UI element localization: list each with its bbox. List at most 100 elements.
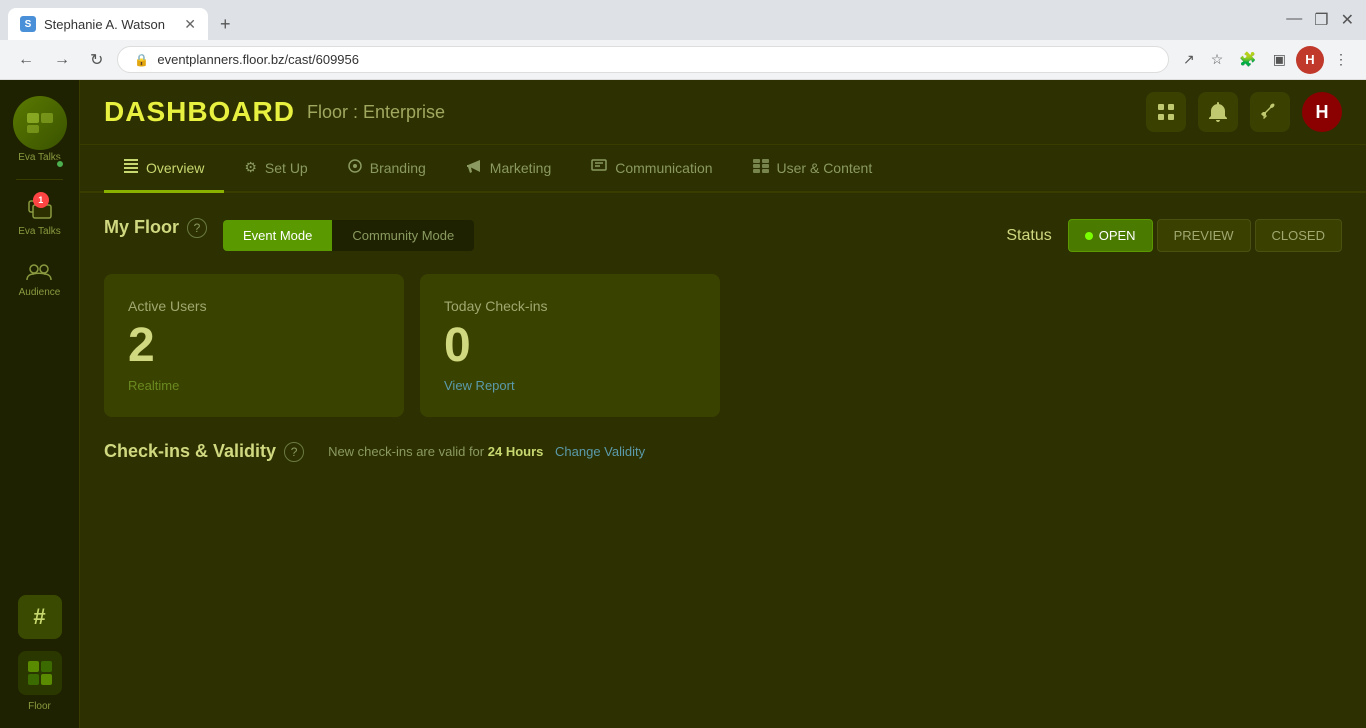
url-text: eventplanners.floor.bz/cast/609956 — [157, 52, 359, 67]
status-section: Status OPEN PREVIEW CLOSED — [1006, 219, 1342, 252]
sidebar-floor-button[interactable] — [18, 651, 62, 695]
my-floor-title: My Floor — [104, 217, 179, 238]
new-tab-button[interactable]: + — [208, 8, 243, 40]
view-report-link[interactable]: View Report — [444, 378, 696, 393]
main-content: DASHBOARD Floor : Enterprise — [80, 80, 1366, 728]
browser-tab-active[interactable]: S Stephanie A. Watson ✕ — [8, 8, 208, 40]
page-subtitle: Floor : Enterprise — [307, 102, 445, 123]
tab-communication-label: Communication — [615, 160, 712, 176]
window-close[interactable]: ✕ — [1337, 6, 1358, 34]
avatar — [13, 96, 67, 150]
change-validity-link[interactable]: Change Validity — [555, 444, 645, 459]
app-header: DASHBOARD Floor : Enterprise — [80, 80, 1366, 145]
window-minimize[interactable]: — — [1282, 6, 1306, 34]
talks-badge: 1 — [33, 192, 49, 208]
stats-row: Active Users 2 Realtime Today Check-ins … — [104, 274, 1342, 417]
sidebar-talks-label: Eva Talks — [18, 226, 61, 237]
forward-button[interactable]: → — [48, 47, 76, 73]
tab-communication[interactable]: Communication — [571, 145, 732, 193]
app-container: Eva Talks 1 Eva Talks — [0, 80, 1366, 728]
tab-favicon: S — [20, 16, 36, 32]
event-mode-button[interactable]: Event Mode — [223, 220, 332, 251]
today-checkins-label: Today Check-ins — [444, 298, 696, 314]
tab-user-content[interactable]: User & Content — [733, 145, 893, 193]
my-floor-help[interactable]: ? — [187, 218, 207, 238]
sidebar-divider-1 — [16, 179, 63, 180]
user-content-icon — [753, 159, 769, 176]
content-area: My Floor ? Event Mode Community Mode Sta… — [80, 193, 1366, 728]
my-floor-section-header: My Floor ? — [104, 217, 207, 238]
sidebar-hash-button[interactable]: # — [18, 595, 62, 639]
sidebar-item-avatar[interactable]: Eva Talks — [13, 88, 67, 171]
checkins-header: Check-ins & Validity ? New check-ins are… — [104, 441, 1342, 462]
today-checkins-value: 0 — [444, 322, 696, 370]
notifications-button[interactable] — [1198, 92, 1238, 132]
active-users-sublabel: Realtime — [128, 378, 380, 393]
status-label: Status — [1006, 227, 1051, 245]
window-controls: — ❐ ✕ — [1282, 6, 1358, 34]
tools-button[interactable] — [1250, 92, 1290, 132]
sidebar-floor-label: Floor — [28, 701, 51, 712]
bookmark-button[interactable]: ☆ — [1205, 46, 1230, 74]
status-closed-button[interactable]: CLOSED — [1255, 219, 1342, 252]
sidebar-audience-label: Audience — [19, 287, 61, 298]
profile-button[interactable]: H — [1296, 46, 1324, 74]
status-preview-button[interactable]: PREVIEW — [1157, 219, 1251, 252]
community-mode-button[interactable]: Community Mode — [332, 220, 474, 251]
active-users-value: 2 — [128, 322, 380, 370]
toolbar-actions: ↗ ☆ 🧩 ▣ H ⋮ — [1177, 46, 1354, 74]
tab-branding[interactable]: Branding — [328, 145, 446, 193]
tab-close-button[interactable]: ✕ — [184, 16, 196, 33]
address-bar[interactable]: 🔒 eventplanners.floor.bz/cast/609956 — [117, 46, 1169, 73]
share-button[interactable]: ↗ — [1177, 46, 1201, 74]
status-toggle: OPEN PREVIEW CLOSED — [1068, 219, 1342, 252]
open-dot — [1085, 232, 1093, 240]
communication-icon — [591, 159, 607, 176]
mode-toggle: Event Mode Community Mode — [223, 220, 474, 251]
lock-icon: 🔒 — [134, 53, 149, 67]
checkins-hours: 24 Hours — [488, 444, 544, 459]
marketing-icon — [466, 159, 482, 176]
tab-overview[interactable]: Overview — [104, 145, 224, 193]
sidebar-item-talks[interactable]: 1 Eva Talks — [18, 188, 61, 245]
tab-user-content-label: User & Content — [777, 160, 873, 176]
checkins-info-text: New check-ins are valid for — [328, 444, 484, 459]
tab-setup-label: Set Up — [265, 160, 308, 176]
overview-icon — [124, 159, 138, 176]
nav-tabs: Overview ⚙ Set Up Branding — [80, 145, 1366, 193]
user-avatar[interactable]: H — [1302, 92, 1342, 132]
menu-button[interactable]: ⋮ — [1328, 46, 1354, 74]
page-title: DASHBOARD — [104, 96, 295, 128]
checkins-title: Check-ins & Validity — [104, 441, 276, 462]
branding-icon — [348, 159, 362, 176]
checkins-info: New check-ins are valid for 24 Hours Cha… — [328, 444, 645, 459]
header-actions: H — [1146, 92, 1342, 132]
browser-toolbar: ← → ↻ 🔒 eventplanners.floor.bz/cast/6099… — [0, 40, 1366, 80]
browser-chrome: S Stephanie A. Watson ✕ + — ❐ ✕ — [0, 0, 1366, 40]
grid-view-button[interactable] — [1146, 92, 1186, 132]
open-label: OPEN — [1099, 228, 1136, 243]
status-open-button[interactable]: OPEN — [1068, 219, 1153, 252]
sidebar-item-audience[interactable]: Audience — [19, 249, 61, 306]
tab-marketing[interactable]: Marketing — [446, 145, 571, 193]
tab-setup[interactable]: ⚙ Set Up — [224, 145, 327, 193]
floor-header-row: My Floor ? Event Mode Community Mode Sta… — [104, 217, 1342, 254]
active-users-card: Active Users 2 Realtime — [104, 274, 404, 417]
active-users-label: Active Users — [128, 298, 380, 314]
audience-icon — [25, 257, 53, 285]
browser-tabs: S Stephanie A. Watson ✕ + — [8, 0, 243, 40]
sidebar: Eva Talks 1 Eva Talks — [0, 80, 80, 728]
tab-marketing-label: Marketing — [490, 160, 551, 176]
back-button[interactable]: ← — [12, 47, 40, 73]
tab-overview-label: Overview — [146, 160, 204, 176]
checkins-section: Check-ins & Validity ? New check-ins are… — [104, 441, 1342, 462]
extension-button[interactable]: 🧩 — [1233, 46, 1262, 74]
online-indicator — [55, 159, 65, 169]
setup-icon: ⚙ — [244, 159, 257, 176]
tab-title: Stephanie A. Watson — [44, 17, 165, 32]
today-checkins-card: Today Check-ins 0 View Report — [420, 274, 720, 417]
refresh-button[interactable]: ↻ — [84, 46, 109, 74]
window-maximize[interactable]: ❐ — [1310, 6, 1332, 34]
sidebar-toggle[interactable]: ▣ — [1267, 46, 1292, 74]
checkins-help[interactable]: ? — [284, 442, 304, 462]
